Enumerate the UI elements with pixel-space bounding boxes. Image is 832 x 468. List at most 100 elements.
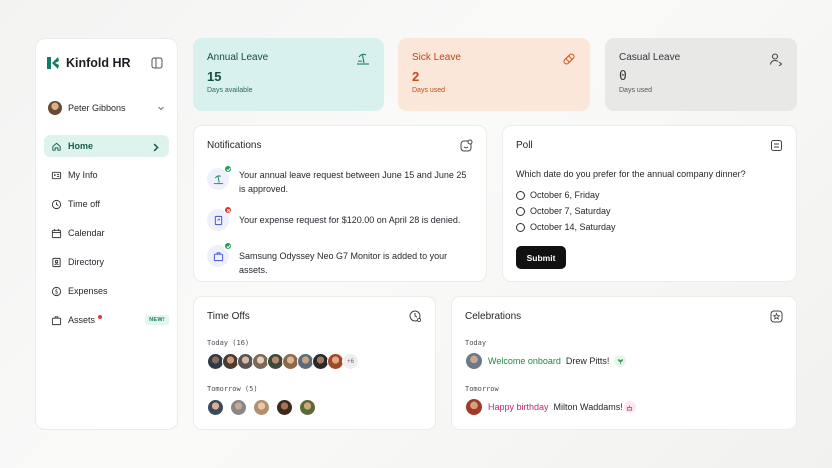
sidebar-item-calendar[interactable]: Calendar bbox=[44, 222, 169, 244]
sidebar-item-time-off[interactable]: Time off bbox=[44, 193, 169, 215]
avatar[interactable] bbox=[253, 399, 270, 416]
panel-title: Time Offs bbox=[207, 311, 250, 322]
notification-text: Your expense request for $120.00 on Apri… bbox=[239, 215, 461, 225]
avatar[interactable] bbox=[230, 399, 247, 416]
avatar[interactable] bbox=[276, 399, 293, 416]
calendar-icon bbox=[51, 228, 62, 238]
avatar bbox=[465, 352, 483, 370]
notifications-panel: Notifications Your annual leave request … bbox=[193, 125, 487, 282]
panel-title: Notifications bbox=[207, 140, 262, 151]
celebration-highlight: Welcome onboard bbox=[488, 356, 561, 366]
panel-title: Poll bbox=[516, 140, 533, 151]
today-label: Today bbox=[465, 339, 487, 347]
sick-leave-card[interactable]: Sick Leave 2 Days used bbox=[398, 38, 590, 111]
poll-options: October 6, Friday October 7, Saturday Oc… bbox=[516, 187, 616, 235]
celebration-name: Milton Waddams! bbox=[553, 402, 623, 412]
sidebar: Kinfold HR Peter Gibbons Home My Info Ti… bbox=[35, 38, 178, 430]
stat-title: Casual Leave bbox=[619, 52, 681, 63]
sidebar-item-label: Home bbox=[68, 141, 94, 151]
poll-list-icon[interactable] bbox=[770, 139, 783, 152]
sidebar-item-label: Directory bbox=[68, 257, 105, 267]
brand[interactable]: Kinfold HR bbox=[46, 56, 131, 70]
bandage-icon bbox=[563, 53, 575, 65]
notification-icon bbox=[207, 165, 232, 190]
user-leave-icon bbox=[769, 53, 783, 66]
bell-settings-icon[interactable] bbox=[460, 139, 473, 152]
avatar bbox=[465, 398, 483, 416]
clock-search-icon[interactable] bbox=[409, 310, 422, 323]
poll-option-label: October 14, Saturday bbox=[530, 222, 616, 232]
poll-option-label: October 6, Friday bbox=[530, 190, 600, 200]
panel-title: Celebrations bbox=[465, 311, 522, 322]
stat-value: 2 bbox=[412, 69, 420, 84]
notification-dot bbox=[98, 315, 103, 319]
notification-text: Samsung Odyssey Neo G7 Monitor is added … bbox=[239, 251, 448, 275]
radio-button[interactable] bbox=[516, 206, 525, 216]
celebration-item[interactable]: Welcome onboard Drew Pitts! bbox=[465, 352, 627, 370]
briefcase-icon bbox=[51, 315, 62, 325]
celebration-item[interactable]: Happy birthday Milton Waddams! bbox=[465, 398, 636, 416]
sidebar-item-label: My Info bbox=[68, 170, 98, 180]
receipt-icon bbox=[214, 215, 222, 225]
notification-icon bbox=[207, 206, 232, 231]
cake-icon bbox=[623, 401, 636, 413]
celebration-highlight: Happy birthday bbox=[488, 402, 549, 412]
beach-icon bbox=[213, 174, 223, 184]
sidebar-item-my-info[interactable]: My Info bbox=[44, 164, 169, 186]
poll-option[interactable]: October 14, Saturday bbox=[516, 219, 616, 235]
stat-title: Annual Leave bbox=[207, 52, 269, 63]
avatar bbox=[48, 101, 62, 115]
celebrations-panel: Celebrations Today Welcome onboard Drew … bbox=[451, 296, 797, 430]
stat-sub: Days used bbox=[619, 87, 653, 94]
clock-icon bbox=[51, 199, 62, 209]
dollar-icon: $ bbox=[51, 286, 62, 296]
beach-icon bbox=[357, 53, 369, 65]
approved-check-icon bbox=[224, 242, 232, 250]
submit-button[interactable]: Submit bbox=[516, 246, 566, 269]
poll-option-label: October 7, Saturday bbox=[530, 206, 611, 216]
stat-title: Sick Leave bbox=[412, 52, 461, 63]
briefcase-icon bbox=[213, 251, 223, 261]
poll-option[interactable]: October 6, Friday bbox=[516, 187, 616, 203]
radio-button[interactable] bbox=[516, 222, 525, 232]
stat-sub: Days used bbox=[412, 87, 446, 94]
notification-icon bbox=[207, 242, 232, 267]
avatar[interactable] bbox=[207, 399, 224, 416]
avatar[interactable] bbox=[299, 399, 316, 416]
notification-item[interactable]: Samsung Odyssey Neo G7 Monitor is added … bbox=[207, 242, 470, 277]
poll-option[interactable]: October 7, Saturday bbox=[516, 203, 616, 219]
chevron-down-icon bbox=[158, 106, 164, 111]
home-icon bbox=[52, 142, 61, 151]
notification-text: Your annual leave request between June 1… bbox=[239, 170, 467, 194]
poll-panel: Poll Which date do you prefer for the an… bbox=[502, 125, 797, 282]
sidebar-nav: Home My Info Time off Calendar Directory… bbox=[44, 135, 169, 338]
sidebar-item-expenses[interactable]: $ Expenses bbox=[44, 280, 169, 302]
star-badge-icon[interactable] bbox=[770, 310, 783, 323]
more-avatars-count[interactable]: +6 bbox=[342, 353, 359, 370]
chevron-right-icon bbox=[153, 143, 159, 152]
sidebar-item-home[interactable]: Home bbox=[44, 135, 169, 157]
collapse-sidebar-icon[interactable] bbox=[151, 57, 163, 69]
poll-question: Which date do you prefer for the annual … bbox=[516, 169, 746, 179]
approved-check-icon bbox=[224, 165, 232, 173]
tomorrow-label: Tomorrow bbox=[465, 385, 499, 393]
denied-x-icon bbox=[224, 206, 232, 214]
sidebar-item-assets[interactable]: Assets NEW! bbox=[44, 309, 169, 331]
today-label: Today (16) bbox=[207, 339, 250, 347]
radio-button[interactable] bbox=[516, 190, 525, 200]
sidebar-item-label: Time off bbox=[68, 199, 101, 209]
notification-item[interactable]: Your annual leave request between June 1… bbox=[207, 165, 470, 196]
tomorrow-label: Tomorrow (5) bbox=[207, 385, 258, 393]
annual-leave-card[interactable]: Annual Leave 15 Days available bbox=[193, 38, 384, 111]
stat-value: 0 bbox=[619, 69, 627, 84]
sidebar-item-directory[interactable]: Directory bbox=[44, 251, 169, 273]
casual-leave-card[interactable]: Casual Leave 0 Days used bbox=[605, 38, 797, 111]
notification-item[interactable]: Your expense request for $120.00 on Apri… bbox=[207, 206, 470, 231]
celebration-name: Drew Pitts! bbox=[565, 356, 610, 366]
sidebar-item-label: Expenses bbox=[68, 286, 108, 296]
user-name: Peter Gibbons bbox=[68, 103, 126, 113]
today-avatars: +6 bbox=[207, 353, 359, 370]
time-offs-panel: Time Offs Today (16) +6 Tomorrow (5) bbox=[193, 296, 436, 430]
user-switcher[interactable]: Peter Gibbons bbox=[48, 97, 165, 119]
stat-value: 15 bbox=[207, 69, 222, 84]
